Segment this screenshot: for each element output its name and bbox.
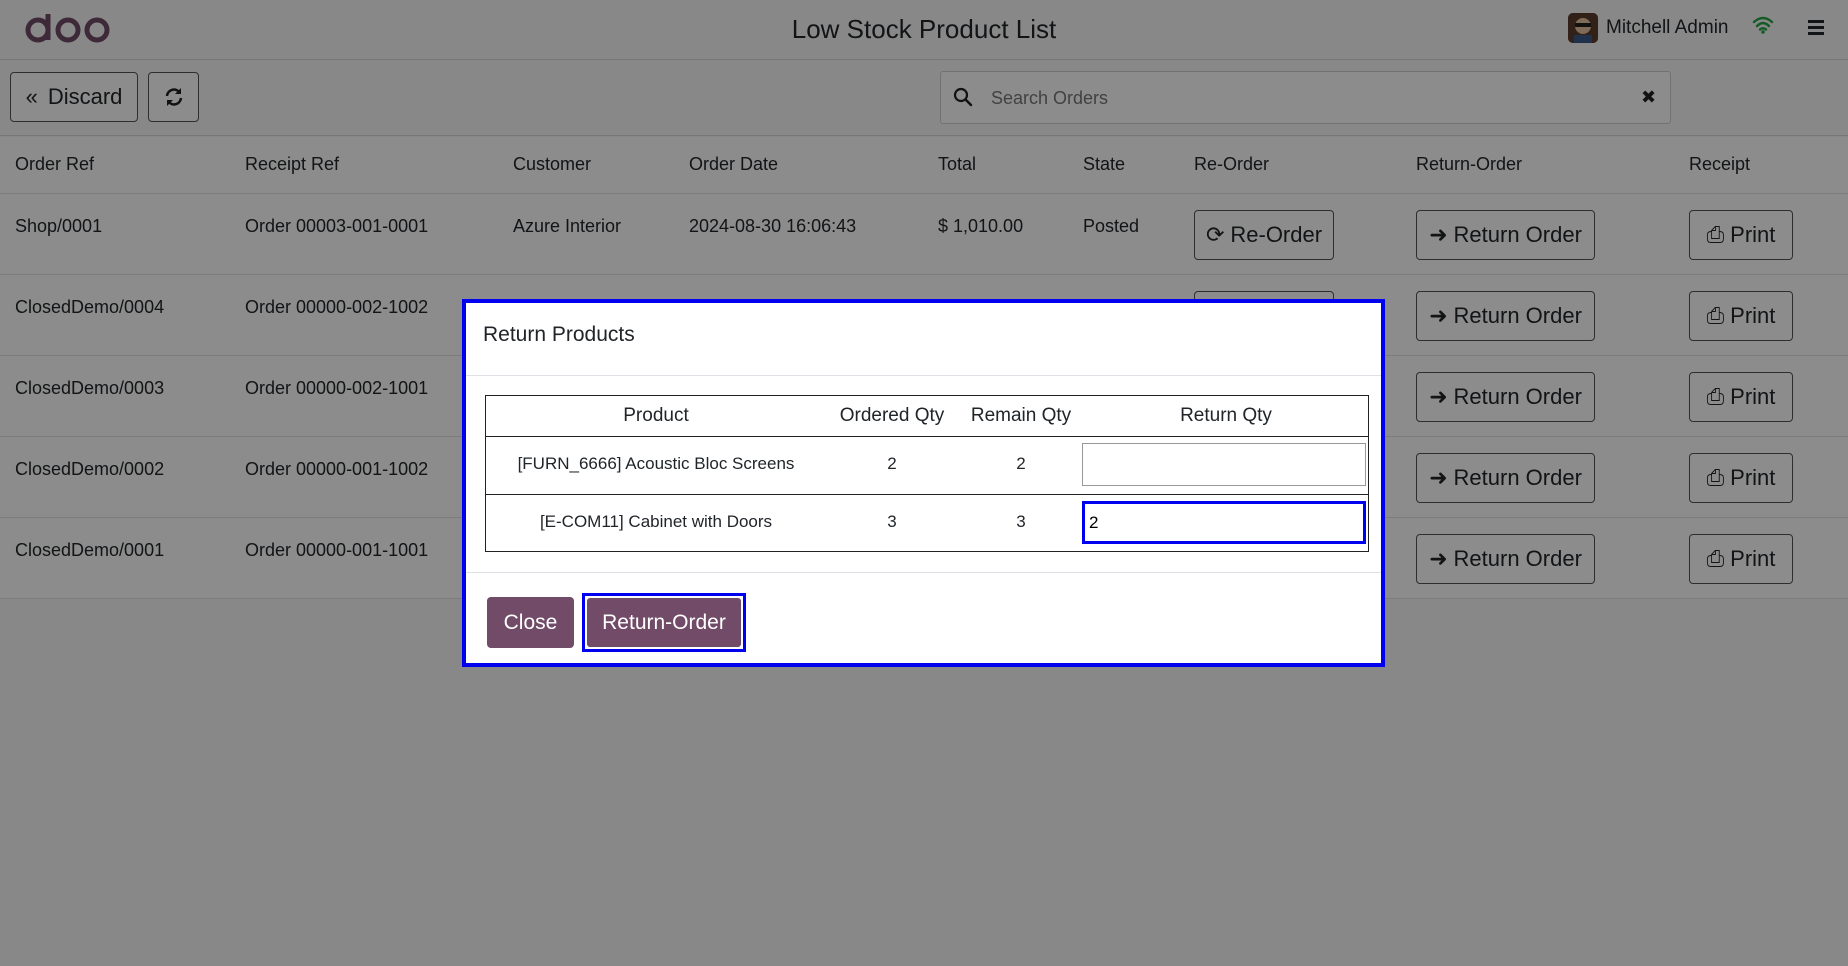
dialog-footer: Close Return-Order <box>466 572 1381 663</box>
return-order-submit-button[interactable]: Return-Order <box>582 593 746 652</box>
close-button[interactable]: Close <box>487 597 574 648</box>
ordered-qty: 2 <box>887 454 897 473</box>
dialog-title: Return Products <box>466 303 1381 376</box>
ordered-qty: 3 <box>887 512 897 531</box>
remain-qty: 3 <box>1016 512 1026 531</box>
product-name: [FURN_6666] Acoustic Bloc Screens <box>517 454 795 473</box>
col-product: Product <box>623 405 689 426</box>
col-ordered-qty: Ordered Qty <box>839 405 945 426</box>
col-remain-qty: Remain Qty <box>970 405 1072 426</box>
return-products-table: Product Ordered Qty Remain Qty Return Qt… <box>485 395 1369 552</box>
table-row: [FURN_6666] Acoustic Bloc Screens 2 2 <box>486 437 1368 494</box>
table-header: Product Ordered Qty Remain Qty Return Qt… <box>486 396 1368 437</box>
table-row: [E-COM11] Cabinet with Doors 3 3 <box>486 494 1368 551</box>
col-return-qty: Return Qty <box>1180 405 1272 426</box>
product-name: [E-COM11] Cabinet with Doors <box>539 512 773 531</box>
remain-qty: 2 <box>1016 454 1026 473</box>
return-products-dialog: Return Products Product Ordered Qty Rema… <box>462 299 1385 667</box>
return-qty-input[interactable] <box>1082 501 1366 544</box>
return-qty-input[interactable] <box>1082 443 1366 486</box>
